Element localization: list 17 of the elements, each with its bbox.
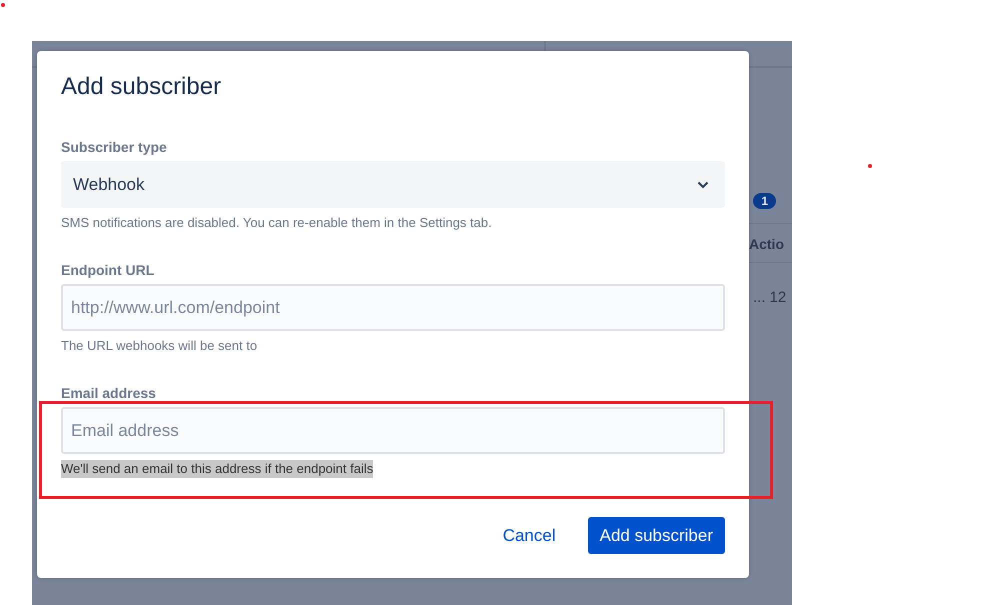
cancel-button[interactable]: Cancel	[490, 517, 568, 554]
input-field[interactable]: http://www.url.com/endpoint	[61, 284, 725, 331]
field-label: Subscriber type	[61, 139, 168, 155]
table-cell: ...	[753, 289, 766, 306]
table-cell: 12	[770, 289, 786, 306]
input-field[interactable]: Email address	[61, 407, 725, 454]
add-subscriber-button[interactable]: Add subscriber	[588, 517, 725, 554]
column-header: Actio	[749, 236, 784, 252]
chevron-down-icon	[697, 180, 709, 188]
helper-text: The URL webhooks will be sent to	[61, 337, 258, 355]
field-label: Email address	[61, 385, 157, 401]
field-label: Endpoint URL	[61, 262, 156, 278]
select-field[interactable]: Webhook	[61, 161, 725, 208]
count-badge: 1	[753, 193, 776, 209]
dialog-title: Add subscriber	[61, 73, 222, 101]
helper-text: We'll send an email to this address if the endpoint fails	[61, 460, 374, 478]
helper-text: SMS notifications are disabled. You can re-enable them in the Settings tab.	[61, 214, 492, 232]
